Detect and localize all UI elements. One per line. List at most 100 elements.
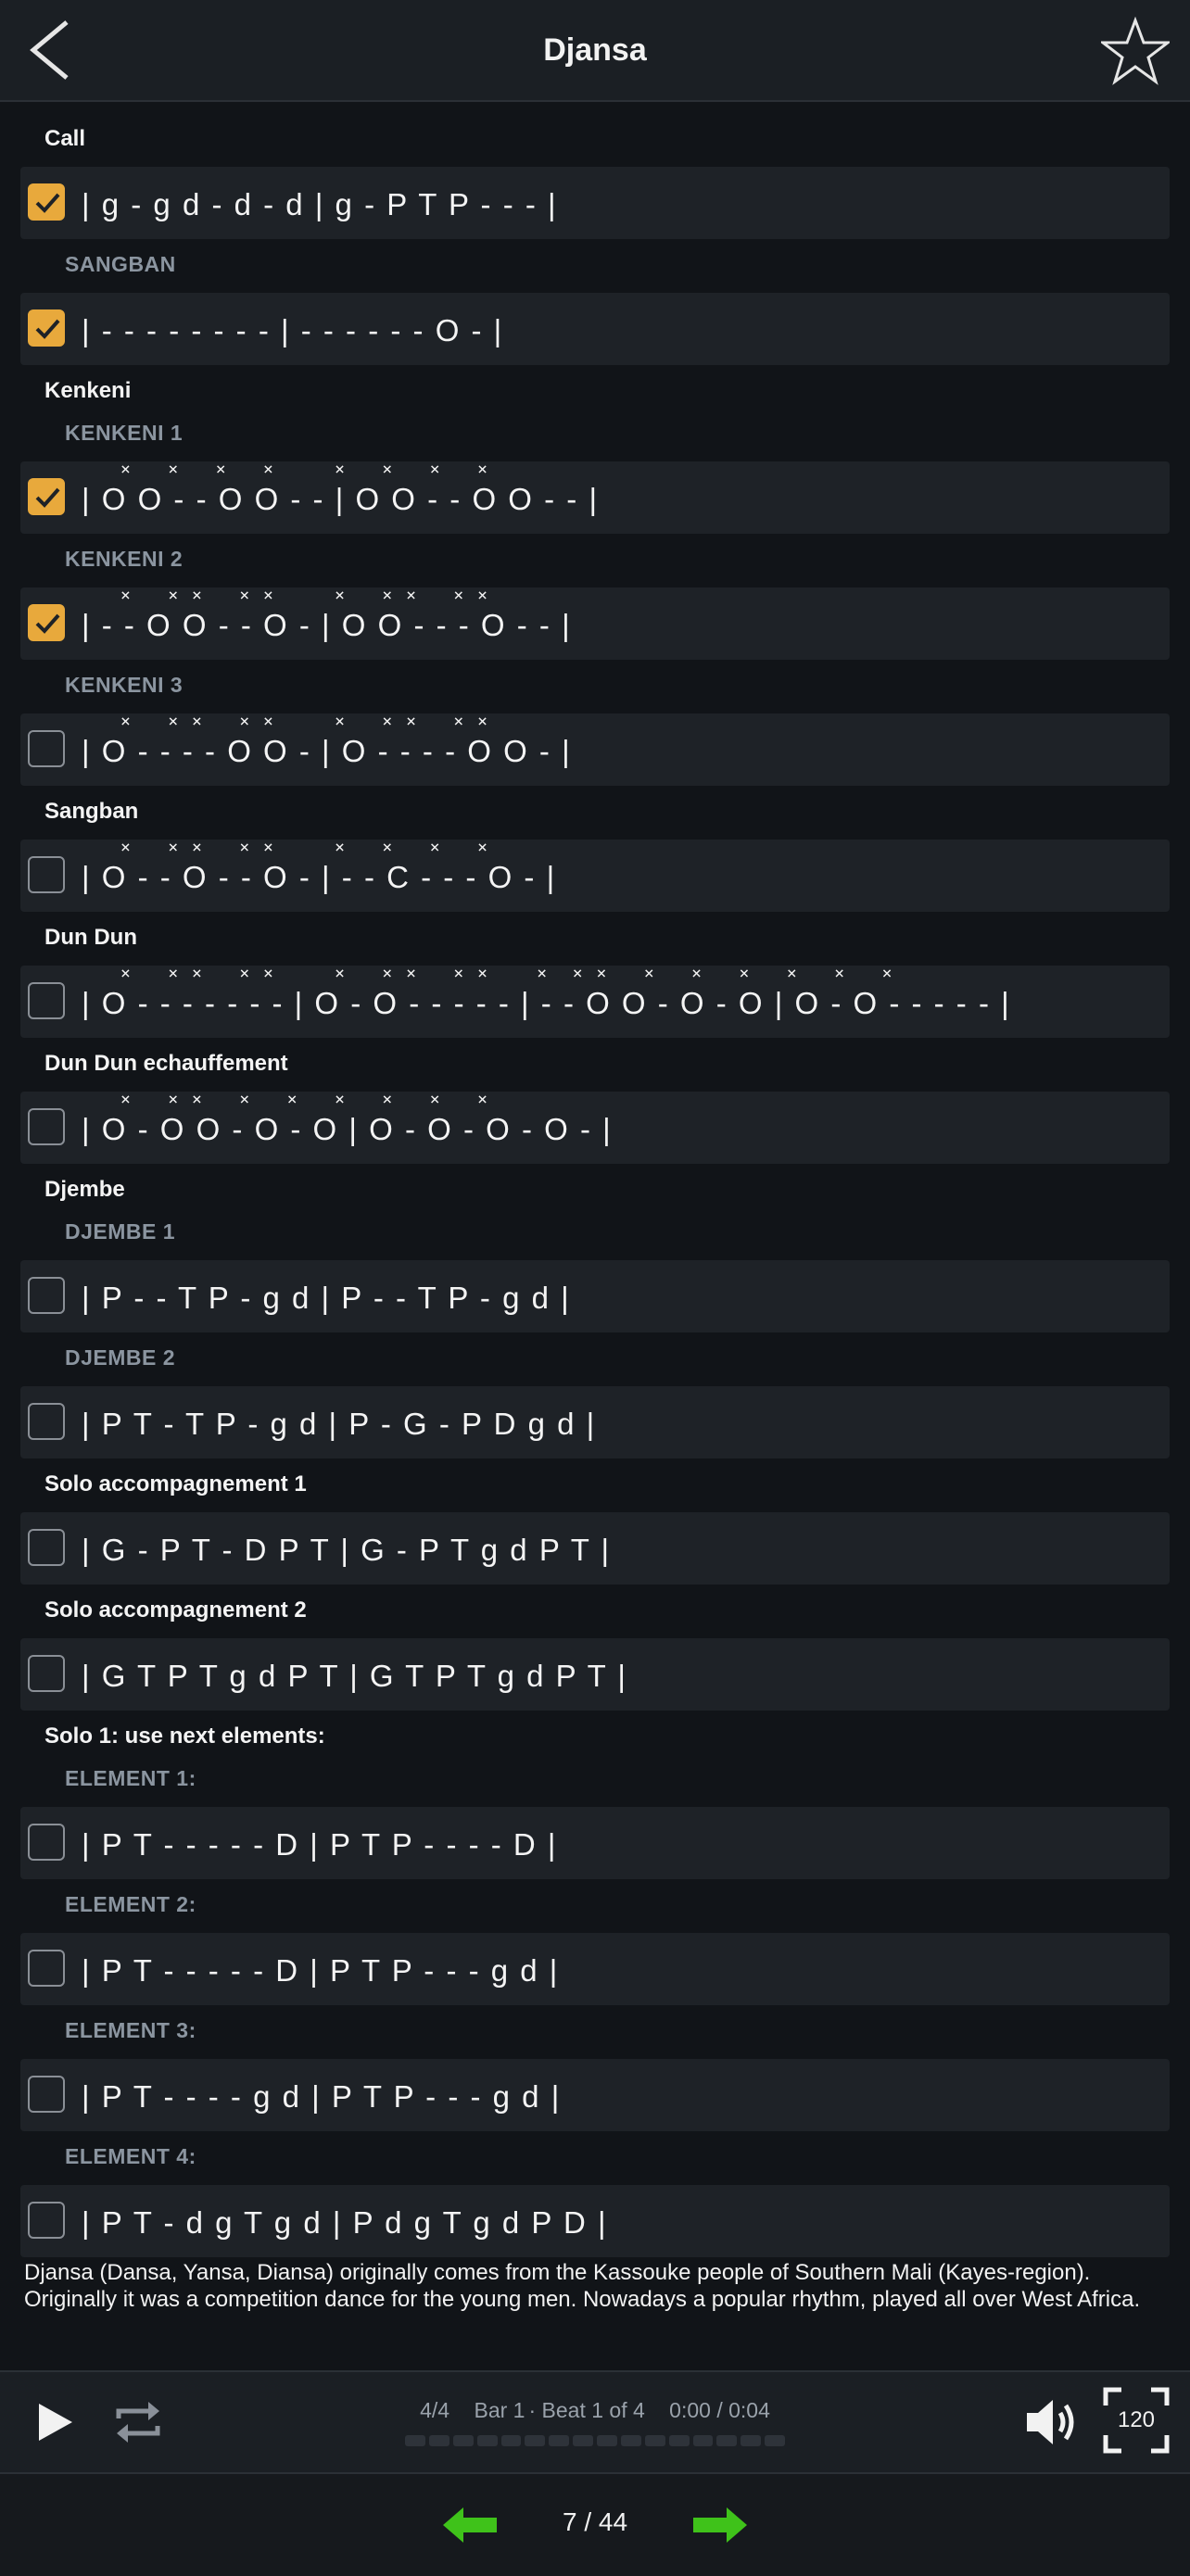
mute-marks: × × × × × × × × × [120,838,489,857]
section-solo-acc1: Solo accompagnement 1 [44,1471,307,1496]
mute-marks: × × × × × × × × [120,460,489,479]
pattern-text: | G - P T - D P T | G - P T g d P T | [82,1533,612,1567]
progress-segment [573,2435,593,2446]
pattern-text: | P T - - - - - D | P T P - - - - D | [82,1827,558,1862]
section-dundun-warmup: Dun Dun echauffement [44,1051,288,1076]
progress-segment [692,2435,714,2446]
bar-indicator: Bar 1 [474,2398,525,2422]
next-arrow-icon[interactable] [691,2506,749,2544]
progress-segment [765,2435,785,2446]
checkbox-kenkeni1[interactable] [28,478,65,515]
pattern-row-element2[interactable]: | P T - - - - - D | P T P - - - g d | [20,1933,1170,2005]
checkbox-solo-acc2[interactable] [28,1655,65,1692]
subsection-element3: ELEMENT 3: [65,2018,196,2042]
progress-segment [668,2435,690,2446]
mute-marks: × × × × × × × × × × × × × × × × × × × [120,964,894,983]
checkbox-djembe1[interactable] [28,1277,65,1314]
pattern-row-call[interactable]: | g - g d - d - d | g - P T P - - - | [20,167,1170,239]
checkbox-dundun-warmup[interactable] [28,1108,65,1145]
rhythm-description: Djansa (Dansa, Yansa, Diansa) originally… [24,2260,1141,2312]
pattern-row-djembe1[interactable]: | P - - T P - g d | P - - T P - g d | [20,1260,1170,1332]
pattern-row-djembe2[interactable]: | P T - T P - g d | P - G - P D g d | [20,1386,1170,1458]
checkbox-element4[interactable] [28,2202,65,2239]
page-title: Djansa [543,32,647,68]
checkbox-kenkeni2[interactable] [28,604,65,641]
progress-segment [428,2435,449,2446]
progress-segment [452,2435,474,2446]
pattern-text: | P T - - - - g d | P T P - - - g d | [82,2079,562,2114]
top-bar: Djansa [0,0,1190,102]
checkbox-call[interactable] [28,183,65,221]
section-kenkeni: Kenkeni [44,378,132,403]
pattern-text: | O - - - - - - - | O - O - - - - - | - … [82,986,1011,1020]
checkbox-element1[interactable] [28,1824,65,1861]
volume-icon[interactable] [1023,2396,1079,2448]
pattern-row-element3[interactable]: | P T - - - - g d | P T P - - - g d | [20,2059,1170,2131]
rhythm-counter: 7 / 44 [562,2507,628,2536]
pattern-text: | O - O O - O - O | O - O - O - O - | [82,1112,613,1146]
beat-indicator: · Beat 1 of 4 [528,2398,645,2422]
subsection-element1: ELEMENT 1: [65,1766,196,1790]
pattern-text: | O - - O - - O - | - - C - - - O - | [82,860,557,894]
pattern-text: | P T - T P - g d | P - G - P D g d | [82,1407,597,1441]
progress-segment [597,2435,617,2446]
pattern-text: | P - - T P - g d | P - - T P - g d | [82,1281,571,1315]
mute-marks: × × × × × × × × × × [120,586,489,605]
playback-info: 4/4 Bar 1 · Beat 1 of 4 0:00 / 0:04 [0,2398,1190,2423]
mute-marks: × × × × × × × × × × [120,712,489,731]
pattern-text: | G T P T g d P T | G T P T g d P T | [82,1659,627,1693]
progress-segment [620,2435,641,2446]
progress-segment [741,2435,762,2446]
checkmark-icon [35,193,60,213]
pattern-row-sangban[interactable]: × × × × × × × × × | O - - O - - O - | - … [20,838,1170,912]
checkmark-icon [35,487,60,508]
pattern-row-solo-acc2[interactable]: | G T P T g d P T | G T P T g d P T | [20,1638,1170,1711]
pattern-row-kenkeni3[interactable]: × × × × × × × × × × | O - - - - O O - | … [20,712,1170,786]
pattern-row-dundun-warmup[interactable]: × × × × × × × × × | O - O O - O - O | O … [20,1090,1170,1164]
subsection-djembe1: DJEMBE 1 [65,1219,176,1244]
pattern-row-solo-acc1[interactable]: | G - P T - D P T | G - P T g d P T | [20,1512,1170,1585]
pattern-text: | P T - d g T g d | P d g T g d P D | [82,2205,608,2240]
checkbox-call-sangban[interactable] [28,309,65,347]
pattern-text: | - - - - - - - - | - - - - - - O - | [82,313,504,347]
checkmark-icon [35,613,60,634]
progress-segment [476,2435,498,2446]
tempo-control[interactable]: 120 [1103,2387,1170,2454]
checkbox-element3[interactable] [28,2076,65,2113]
checkbox-djembe2[interactable] [28,1403,65,1440]
pattern-row-dundun[interactable]: × × × × × × × × × × × × × × × × × × × | … [20,964,1170,1038]
favorite-star-icon[interactable] [1101,17,1170,85]
progress-segment [716,2435,738,2446]
section-call: Call [44,126,86,151]
checkmark-icon [35,319,60,339]
pattern-row-element4[interactable]: | P T - d g T g d | P d g T g d P D | [20,2185,1170,2257]
checkbox-dundun[interactable] [28,982,65,1019]
subsection-element2: ELEMENT 2: [65,1892,196,1916]
player-bar: 4/4 Bar 1 · Beat 1 of 4 0:00 / 0:04 120 [0,2370,1190,2472]
checkbox-sangban[interactable] [28,856,65,893]
progress-segment [500,2435,522,2446]
pattern-row-kenkeni1[interactable]: × × × × × × × × | O O - - O O - - | O O … [20,460,1170,534]
subsection-djembe2: DJEMBE 2 [65,1345,176,1370]
section-sangban: Sangban [44,799,139,824]
subsection-kenkeni3: KENKENI 3 [65,673,184,697]
pattern-row-call-sangban[interactable]: | - - - - - - - - | - - - - - - O - | [20,293,1170,365]
progress-segment [644,2435,665,2446]
playback-progress[interactable] [405,2435,785,2446]
pattern-row-element1[interactable]: | P T - - - - - D | P T P - - - - D | [20,1807,1170,1879]
section-solo-acc2: Solo accompagnement 2 [44,1597,307,1623]
pattern-text: | O O - - O O - - | O O - - O O - - | [82,482,600,516]
subsection-kenkeni1: KENKENI 1 [65,421,184,445]
pattern-row-kenkeni2[interactable]: × × × × × × × × × × | - - O O - - O - | … [20,586,1170,660]
pattern-text: | g - g d - d - d | g - P T P - - - | [82,187,558,221]
time-signature: 4/4 [420,2398,450,2422]
subsection-kenkeni2: KENKENI 2 [65,547,184,571]
section-solo1: Solo 1: use next elements: [44,1724,325,1749]
progress-segment [525,2435,546,2446]
checkbox-solo-acc1[interactable] [28,1529,65,1566]
subsection-element4: ELEMENT 4: [65,2144,196,2168]
progress-segment [405,2435,425,2446]
subsection-sangban: SANGBAN [65,252,176,276]
checkbox-kenkeni3[interactable] [28,730,65,767]
checkbox-element2[interactable] [28,1950,65,1987]
